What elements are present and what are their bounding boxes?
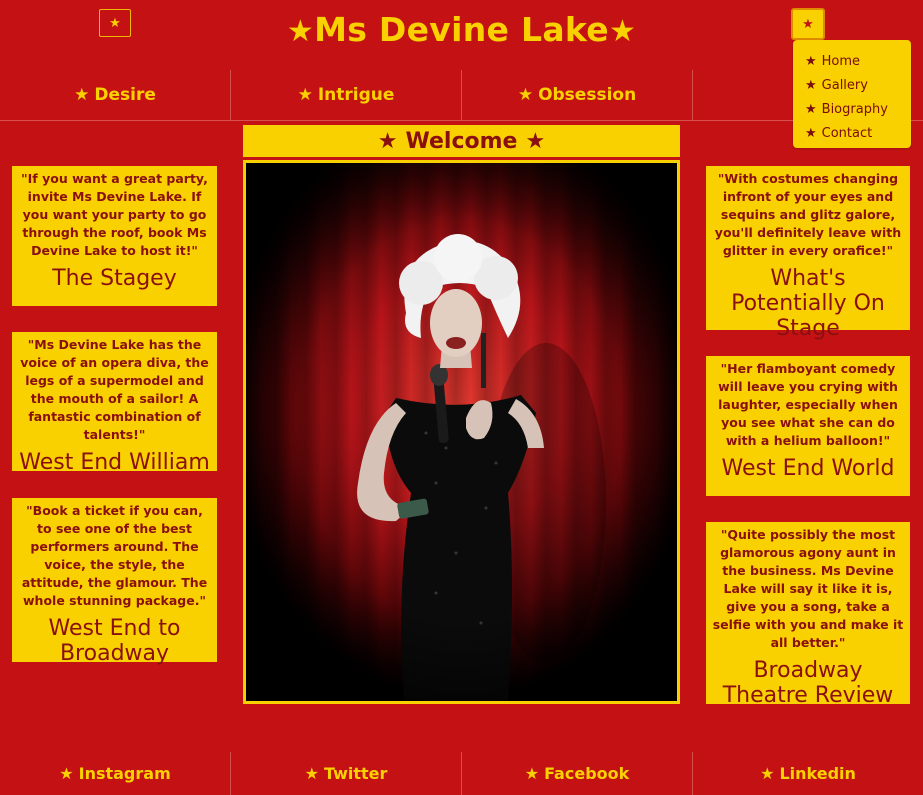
review-source: West End William [19,450,210,475]
dropdown-menu: ★ Home ★ Gallery ★ Biography ★ Contact [793,40,911,148]
footer-link-linkedin[interactable]: ★ Linkedin [692,752,923,795]
review-card: "If you want a great party, invite Ms De… [12,166,217,306]
star-icon: ★ [805,125,817,141]
review-quote: "If you want a great party, invite Ms De… [21,171,208,258]
site-title: ★Ms Devine Lake★ [0,10,923,49]
dropdown-item-biography[interactable]: ★ Biography [805,97,911,121]
social-footer: ★ Instagram ★ Twitter ★ Facebook ★ Linkedin [0,752,923,795]
footer-link-instagram[interactable]: ★ Instagram [0,752,230,795]
dropdown-item-home[interactable]: ★ Home [805,49,911,73]
star-icon: ★ [525,128,546,154]
welcome-banner: ★ Welcome ★ [243,125,680,157]
dropdown-item-gallery[interactable]: ★ Gallery [805,73,911,97]
star-icon: ★ [304,764,319,783]
review-source: West End to Broadway [48,616,181,666]
review-card: "Book a ticket if you can, to see one of… [12,498,217,666]
star-icon: ★ [805,101,817,117]
main-nav: ★Desire ★Intrigue ★Obsession ★ [0,70,923,121]
star-icon: ★ [286,14,315,49]
menu-toggle-button[interactable]: ★ [791,8,825,40]
star-icon: ★ [74,85,90,105]
review-card: "With costumes changing infront of your … [706,166,910,341]
nav-item-desire[interactable]: ★ Desire [0,70,230,120]
nav-item-intrigue[interactable]: ★ Intrigue [230,70,461,120]
performer-illustration [246,163,677,701]
welcome-text: Welcome [405,128,518,154]
star-icon: ★ [805,77,817,93]
dropdown-item-contact[interactable]: ★ Contact [805,121,911,145]
review-source: What's Potentially On Stage [731,266,885,341]
star-icon: ★ [760,764,775,783]
footer-link-twitter[interactable]: ★ Twitter [230,752,461,795]
review-quote: "Her flamboyant comedy will leave you cr… [718,361,898,448]
star-icon: ★ [608,14,637,49]
star-icon: ★ [805,53,817,69]
review-quote: "Quite possibly the most glamorous agony… [712,527,904,650]
review-quote: "Ms Devine Lake has the voice of an oper… [20,337,209,442]
star-icon: ★ [524,764,540,783]
star-icon: ★ [802,16,814,32]
review-card: "Quite possibly the most glamorous agony… [706,522,910,708]
star-icon: ★ [377,128,398,154]
review-source: West End World [721,456,895,481]
review-card: "Ms Devine Lake has the voice of an oper… [12,332,217,475]
nav-item-obsession[interactable]: ★ Obsession [461,70,692,120]
hero-image [243,160,680,704]
review-card: "Her flamboyant comedy will leave you cr… [706,356,910,496]
review-quote: "Book a ticket if you can, to see one of… [21,503,208,608]
site-title-text: Ms Devine Lake [314,10,609,49]
star-icon: ★ [517,85,534,105]
review-quote: "With costumes changing infront of your … [714,171,902,258]
star-icon: ★ [297,85,313,105]
review-source: The Stagey [52,266,177,291]
review-source: Broadway Theatre Review [722,658,894,708]
star-icon: ★ [59,764,74,783]
footer-link-facebook[interactable]: ★ Facebook [461,752,692,795]
